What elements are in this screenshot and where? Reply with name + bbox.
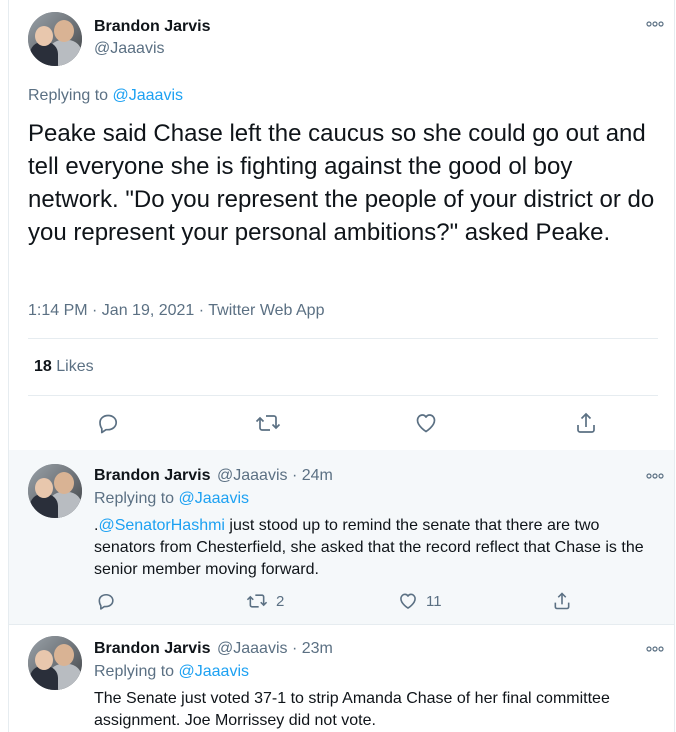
reply-text: .@SenatorHashmi just stood up to remind … <box>94 515 654 581</box>
replying-to-link[interactable]: @Jaaavis <box>179 663 250 680</box>
reply-icon <box>99 414 118 434</box>
reply-button[interactable] <box>96 411 120 435</box>
author-handle[interactable]: @Jaaavis <box>94 40 165 58</box>
replying-to: Replying to @Jaaavis <box>94 663 249 681</box>
reply-icon <box>98 593 114 610</box>
share-icon <box>577 412 595 433</box>
share-button[interactable] <box>552 591 572 611</box>
replying-prefix: Replying to <box>28 87 113 104</box>
more-icon[interactable] <box>646 639 664 655</box>
retweet-button[interactable]: 2 <box>246 591 284 611</box>
tweet-text: Peake said Chase left the caucus so she … <box>28 120 655 246</box>
author-name[interactable]: Brandon Jarvis <box>94 467 210 485</box>
author-handle[interactable]: @Jaaavis · 24m <box>217 467 333 485</box>
reply-text: The Senate just voted 37-1 to strip Aman… <box>94 690 610 729</box>
avatar[interactable] <box>28 636 82 690</box>
author-name[interactable]: Brandon Jarvis <box>94 18 210 36</box>
divider <box>28 338 658 339</box>
avatar[interactable] <box>28 464 82 518</box>
heart-icon <box>400 593 416 609</box>
reply-button[interactable] <box>96 591 116 611</box>
replying-prefix: Replying to <box>94 663 179 680</box>
author-name[interactable]: Brandon Jarvis <box>94 640 210 658</box>
share-button[interactable] <box>574 411 598 435</box>
tweet-timestamp[interactable]: 1:14 PM · Jan 19, 2021 · Twitter Web App <box>28 302 324 320</box>
like-button[interactable] <box>414 411 438 435</box>
retweet-count: 2 <box>276 592 285 610</box>
divider <box>9 624 674 625</box>
more-icon[interactable] <box>646 466 664 482</box>
retweet-button[interactable] <box>255 411 281 435</box>
like-button[interactable]: 11 <box>398 591 442 611</box>
likes-number: 18 <box>34 358 52 375</box>
retweet-icon <box>246 594 268 608</box>
more-icon[interactable] <box>646 14 664 30</box>
mention-link[interactable]: @SenatorHashmi <box>98 517 225 534</box>
replying-prefix: Replying to <box>94 490 179 507</box>
divider <box>28 395 658 396</box>
replying-to-link[interactable]: @Jaaavis <box>113 87 184 104</box>
share-icon <box>554 592 570 610</box>
heart-icon <box>416 414 436 433</box>
replying-to-link[interactable]: @Jaaavis <box>179 490 250 507</box>
retweet-icon <box>255 415 281 431</box>
replying-to: Replying to @Jaaavis <box>94 490 249 508</box>
likes-count[interactable]: 18 Likes <box>34 358 94 376</box>
replying-to: Replying to @Jaaavis <box>28 87 183 105</box>
like-count: 11 <box>426 592 442 610</box>
avatar[interactable] <box>28 12 82 66</box>
author-handle[interactable]: @Jaaavis · 23m <box>217 640 333 658</box>
likes-label: Likes <box>56 358 94 375</box>
